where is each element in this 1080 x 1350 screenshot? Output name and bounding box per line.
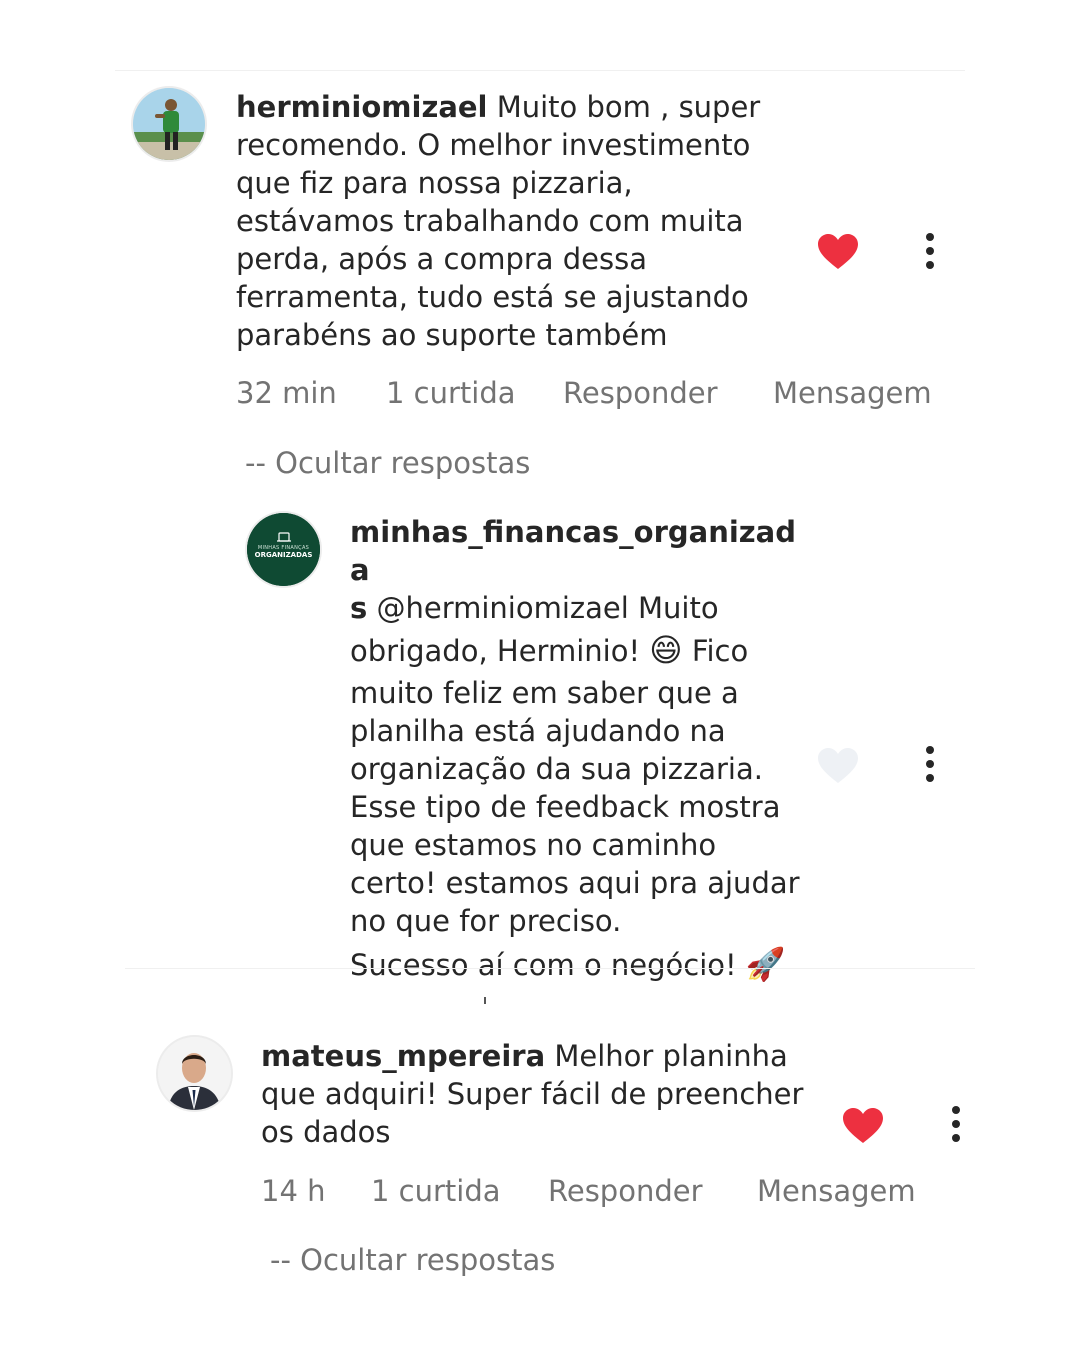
likes-count[interactable]: 1 curtida [386, 376, 516, 410]
reply-text-fragment: obrigado, Herminio! [350, 634, 641, 668]
reply-text-fragment: Fico [691, 634, 749, 668]
likes-count[interactable]: 1 curtida [371, 1174, 501, 1208]
hide-replies-button[interactable]: -- Ocultar respostas [270, 1243, 555, 1277]
avatar[interactable]: MINHAS FINANÇAS ORGANIZADAS [247, 513, 320, 586]
username[interactable]: herminiomizael [236, 90, 488, 124]
avatar[interactable] [133, 88, 205, 160]
reply-button[interactable]: Responder [548, 1174, 703, 1208]
username[interactable]: mateus_mpereira [261, 1039, 545, 1073]
more-options-icon[interactable] [924, 746, 936, 782]
rocket-emoji: 🚀 [745, 945, 786, 983]
divider-tick [484, 997, 486, 1004]
reply-text-fragment: Muito [638, 591, 719, 625]
reply-body: muito feliz em saber que a planilha está… [350, 676, 800, 938]
message-button[interactable]: Mensagem [757, 1174, 916, 1208]
avatar-photo-icon [133, 88, 205, 160]
comment-text: mateus_mpereira Melhor planinha que adqu… [261, 1037, 811, 1151]
mention-link[interactable]: @herminiomizael [376, 591, 628, 625]
comment-text: herminiomizael Muito bom , super recomen… [236, 88, 776, 354]
username-continued[interactable]: s [350, 591, 367, 625]
reply-text: minhas_financas_organizada s @herminiomi… [350, 513, 800, 989]
comment-body: Muito bom , super recomendo. O melhor in… [236, 90, 761, 352]
divider [125, 968, 975, 969]
avatar[interactable] [158, 1037, 231, 1110]
more-options-icon[interactable] [950, 1106, 962, 1142]
brand-logo-text-bottom: ORGANIZADAS [254, 551, 313, 559]
comment-time: 14 h [261, 1174, 326, 1208]
hide-replies-button[interactable]: -- Ocultar respostas [245, 446, 530, 480]
avatar-photo-icon [158, 1037, 231, 1110]
message-button[interactable]: Mensagem [773, 376, 932, 410]
more-options-icon[interactable] [924, 233, 936, 269]
heart-icon[interactable] [818, 234, 858, 270]
username[interactable]: minhas_financas_organizada [350, 515, 796, 587]
top-divider [115, 70, 965, 71]
comment-time: 32 min [236, 376, 337, 410]
reply-closing: Sucesso aí com o negócio! [350, 948, 737, 982]
heart-outline-icon[interactable] [818, 748, 858, 784]
heart-icon[interactable] [843, 1108, 883, 1144]
smile-emoji: 😄 [649, 631, 683, 669]
reply-button[interactable]: Responder [563, 376, 718, 410]
